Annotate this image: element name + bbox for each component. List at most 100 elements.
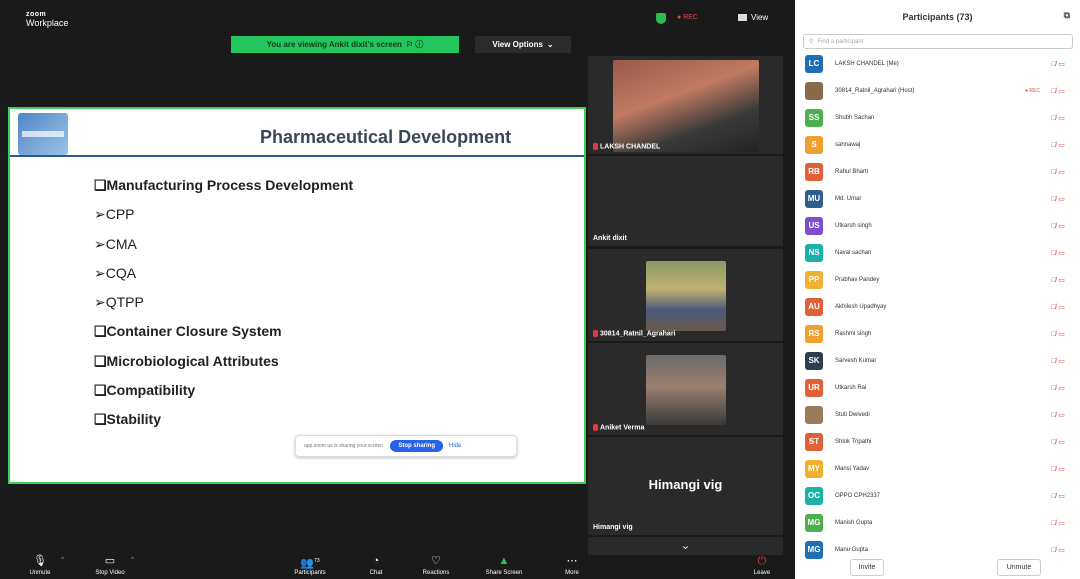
participant-name: Md. Umar — [835, 195, 862, 202]
avatar: MY — [805, 459, 823, 478]
bullet-item: ➢CPP — [94, 206, 135, 223]
participant-search-input[interactable]: ⚲ Find a participant — [803, 34, 1073, 49]
security-icon: ⚐ ⓘ — [405, 40, 424, 49]
participant-row[interactable]: NS Naval sachan 🎙̸ ▭ — [795, 239, 1080, 266]
participant-name: Shubh Sachan — [835, 114, 875, 121]
mic-off-icon: 🎙̸ ▭ — [1051, 168, 1065, 176]
mic-off-icon — [593, 142, 598, 150]
participant-row[interactable]: MY Mansi Yadav 🎙̸ ▭ — [795, 455, 1080, 482]
caret-icon[interactable]: ^ — [131, 557, 134, 563]
top-bar: zoom Workplace ● REC View — [0, 0, 790, 36]
bullet-item: ➢CQA — [94, 264, 137, 281]
participant-name: sahnawaj — [835, 141, 861, 148]
mic-off-icon — [593, 423, 598, 431]
participant-row[interactable]: RB Rahul Bharti 🎙̸ ▭ — [795, 158, 1080, 185]
avatar: SK — [805, 351, 823, 370]
participant-row[interactable]: OC OPPO CPH2337 🎙̸ ▭ — [795, 482, 1080, 509]
unmute-all-button[interactable]: Unmute — [997, 559, 1041, 576]
invite-button[interactable]: Invite — [850, 559, 884, 576]
video-tile-aniket[interactable]: Aniket Verma — [588, 343, 783, 435]
heart-icon: ♡ — [431, 555, 441, 567]
mic-off-icon: 🎙̸ ▭ — [1051, 411, 1065, 419]
unmute-button[interactable]: 🎙 Unmute ^ — [12, 555, 68, 578]
participant-name: Manu Gupta — [835, 546, 869, 553]
chevron-down-icon[interactable]: ⌄ — [588, 537, 783, 555]
avatar: OC — [805, 486, 823, 505]
participant-name: LAKSH CHANDEL (Me) — [835, 60, 899, 67]
share-screen-button[interactable]: ▲ Share Screen — [476, 555, 532, 578]
avatar: UR — [805, 378, 823, 397]
sharing-text: app.zoom.us is sharing your screen. — [304, 443, 385, 449]
participant-row[interactable]: AU Akhilesh Upadhyay 🎙̸ ▭ — [795, 293, 1080, 320]
participant-row[interactable]: MG Manish Gupta 🎙̸ ▭ — [795, 509, 1080, 536]
mic-off-icon: 🎙̸ ▭ — [1051, 438, 1065, 446]
participant-row[interactable]: RS Rashmi singh 🎙̸ ▭ — [795, 320, 1080, 347]
mic-off-icon: 🎙̸ ▭ — [1051, 195, 1065, 203]
search-icon: ⚲ — [809, 39, 814, 45]
participant-row[interactable]: 30814_Ratnil_Agrahari (Host) ● REC 🎙̸ ▭ — [795, 77, 1080, 104]
video-tile-ratnil[interactable]: 30814_Ratnil_Agrahari — [588, 249, 783, 341]
view-button[interactable]: View — [738, 13, 768, 22]
mic-off-icon: 🎙̸ ▭ — [1051, 384, 1065, 392]
video-tile-laksh[interactable]: LAKSH CHANDEL — [588, 56, 783, 154]
slide-title: Pharmaceutical Development — [260, 127, 512, 147]
participant-row[interactable]: Stuti Dwivedi 🎙̸ ▭ — [795, 401, 1080, 428]
mic-off-icon — [593, 329, 598, 337]
video-tile-himangi[interactable]: Himangi vig Himangi vig — [588, 437, 783, 535]
slide-bullets: ❑Manufacturing Process Development ➢CPP … — [94, 171, 353, 435]
shared-screen-slide: Pharmaceutical Development ❑Manufacturin… — [8, 107, 586, 484]
mic-off-icon: 🎙̸ ▭ — [1051, 60, 1065, 68]
mic-off-icon: 🎙̸ ▭ — [1051, 330, 1065, 338]
reactions-button[interactable]: ♡ Reactions — [408, 555, 464, 578]
mic-off-icon: 🎙̸ ▭ — [1051, 87, 1065, 95]
view-options-button[interactable]: View Options ⌄ — [475, 36, 571, 53]
participant-name: Akhilesh Upadhyay — [835, 303, 887, 310]
more-button[interactable]: ⋯ More — [544, 555, 600, 578]
participant-name: Manish Gupta — [835, 519, 873, 526]
participant-video — [613, 60, 759, 152]
panel-title: Participants (73) — [902, 12, 973, 22]
viewing-banner: You are viewing Ankit dixit's screen ⚐ ⓘ — [231, 36, 459, 53]
participant-name: 30814_Ratnil_Agrahari (Host) — [835, 87, 915, 94]
chat-button[interactable]: ◔ Chat — [348, 555, 404, 578]
participant-row[interactable]: SK Sarvesh Kumar 🎙̸ ▭ — [795, 347, 1080, 374]
avatar — [805, 405, 823, 424]
bullet-item: ❑Compatibility — [94, 382, 196, 399]
popout-icon[interactable]: ⧉ — [1064, 10, 1070, 21]
avatar: RB — [805, 162, 823, 181]
avatar — [805, 81, 823, 100]
tile-big-name: Himangi vig — [648, 477, 723, 492]
participant-row[interactable]: Ssahnawaj 🎙̸ ▭ — [795, 131, 1080, 158]
viewing-text: You are viewing Ankit dixit's screen — [266, 40, 402, 49]
participants-panel: Participants (73) ⧉ ⚲ Find a participant… — [795, 0, 1080, 579]
participants-button[interactable]: 👥73 Participants — [282, 555, 338, 578]
avatar: S — [805, 135, 823, 154]
hide-link[interactable]: Hide — [449, 443, 461, 449]
caret-icon[interactable]: ^ — [61, 557, 64, 563]
bullet-item: ❑Container Closure System — [94, 323, 282, 340]
bullet-item: ❑Stability — [94, 411, 162, 428]
stop-sharing-button[interactable]: Stop sharing — [390, 440, 443, 452]
participants-icon: 👥73 — [300, 557, 320, 570]
tile-name: Himangi vig — [593, 524, 633, 531]
participant-name: Mansi Yadav — [835, 465, 870, 472]
mic-off-icon: 🎙̸ ▭ — [1051, 249, 1065, 257]
participant-name: OPPO CPH2337 — [835, 492, 881, 499]
mic-off-icon: 🎙̸ ▭ — [1051, 465, 1065, 473]
avatar: MG — [805, 513, 823, 532]
participant-row[interactable]: ST Shlok Tripathi 🎙̸ ▭ — [795, 428, 1080, 455]
participant-row[interactable]: UR Utkarsh Rai 🎙̸ ▭ — [795, 374, 1080, 401]
leave-button[interactable]: ⏻ Leave — [734, 555, 790, 578]
video-tile-ankit[interactable]: Ankit dixit — [588, 156, 783, 246]
participant-name: Utkarsh singh — [835, 222, 872, 229]
mic-off-icon: 🎙̸ ▭ — [1051, 276, 1065, 284]
mic-off-icon: 🎙̸ ▭ — [1051, 546, 1065, 554]
bullet-item: ❑Manufacturing Process Development — [94, 177, 354, 193]
participant-row[interactable]: SS Shubh Sachan 🎙̸ ▭ — [795, 104, 1080, 131]
participant-row[interactable]: PP Prabhav Pandey 🎙̸ ▭ — [795, 266, 1080, 293]
shield-icon[interactable] — [656, 13, 666, 24]
participant-row[interactable]: MU Md. Umar 🎙̸ ▭ — [795, 185, 1080, 212]
participant-row[interactable]: LC LAKSH CHANDEL (Me) 🎙̸ ▭ — [795, 50, 1080, 77]
participant-row[interactable]: US Utkarsh singh 🎙̸ ▭ — [795, 212, 1080, 239]
stop-video-button[interactable]: ▭ Stop Video ^ — [82, 555, 138, 578]
